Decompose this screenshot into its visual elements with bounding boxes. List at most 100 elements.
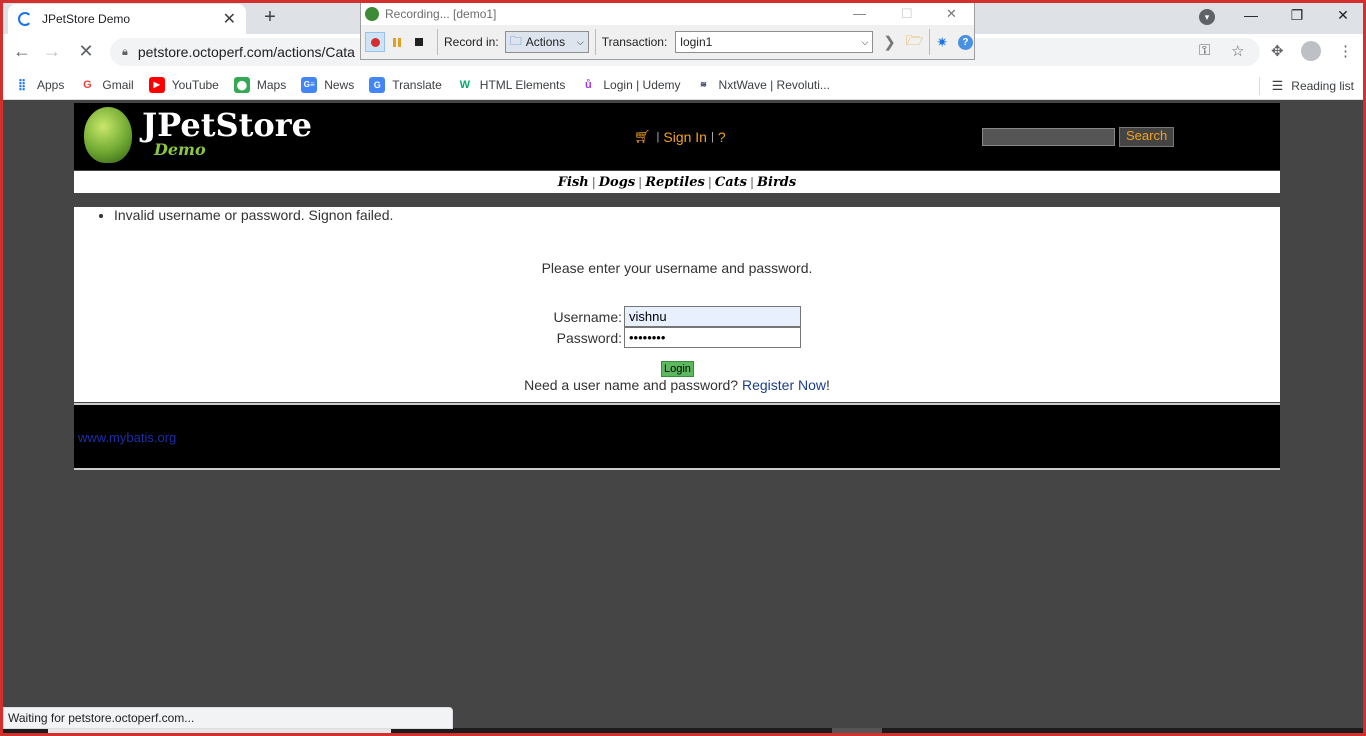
bookmark-star-icon[interactable]: ☆ (1231, 42, 1244, 60)
loading-spinner-icon (18, 12, 32, 26)
transaction-label: Transaction: (601, 35, 668, 49)
bookmark-label: NxtWave | Revoluti... (718, 77, 830, 92)
bookmark-label: Apps (37, 77, 65, 92)
udemy-icon: ů (585, 78, 592, 91)
record-in-select[interactable]: 🗀︎ Actions ⌵ (504, 31, 589, 53)
bookmark-youtube[interactable]: ▶ YouTube (148, 76, 219, 93)
bookmark-apps[interactable]: ⣿ Apps (14, 77, 64, 93)
pause-icon[interactable] (387, 32, 407, 52)
forward-icon[interactable]: → (40, 40, 64, 64)
password-field[interactable] (624, 327, 801, 348)
recorder-maximize-button[interactable]: ☐ (901, 6, 913, 22)
password-label: Password: (556, 329, 622, 346)
category-link-cats[interactable]: Cats (715, 175, 747, 190)
category-link-reptiles[interactable]: Reptiles (645, 175, 705, 190)
maximize-button[interactable]: ❐ (1274, 7, 1320, 24)
profile-avatar-icon[interactable] (1301, 41, 1321, 61)
new-tab-button[interactable]: + (259, 6, 281, 29)
reading-list-icon: ☰ (1271, 78, 1284, 93)
url-text: petstore.octoperf.com/actions/Cata (137, 44, 355, 60)
status-bubble: Waiting for petstore.octoperf.com... (3, 707, 453, 729)
reading-list-label: Reading list (1291, 79, 1354, 93)
bookmark-label: Maps (256, 77, 287, 92)
login-button[interactable]: Login (661, 361, 694, 377)
signon-prompt: Please enter your username and password. (541, 260, 813, 276)
site-logo[interactable]: JPetStore Demo (84, 107, 312, 163)
stop-loading-icon[interactable]: ✕ (74, 40, 98, 64)
transaction-select[interactable]: login1 ⌵ (675, 31, 874, 53)
divider: | (656, 131, 660, 143)
search-button[interactable]: Search (1119, 127, 1175, 147)
logo-title: JPetStore (142, 106, 312, 144)
divider: | (638, 175, 643, 189)
compress-icon[interactable]: ✷ (936, 34, 948, 51)
bookmarks-bar: ⣿ Apps G Gmail ▶ YouTube ⬤ Maps G≡ News … (0, 70, 1366, 100)
recorder-titlebar[interactable]: Recording... [demo1] — ☐ ✕ (361, 3, 974, 25)
recorder-toolbar: Record in: 🗀︎ Actions ⌵ Transaction: log… (361, 25, 974, 59)
chevron-right-icon[interactable]: ❯ (883, 33, 896, 51)
recorder-title: Recording... [demo1] (385, 7, 497, 21)
mybatis-link[interactable]: www.mybatis.org (78, 430, 176, 445)
bookmark-html-elements[interactable]: W HTML Elements (457, 77, 566, 93)
bookmark-udemy[interactable]: ů Login | Udemy (580, 77, 681, 93)
tab-search-icon[interactable]: ▾ (1199, 9, 1215, 25)
divider (1258, 77, 1260, 95)
error-messages: Invalid username or password. Signon fai… (114, 207, 393, 223)
tab-close-icon[interactable]: ✕ (223, 9, 236, 29)
bookmark-maps[interactable]: ⬤ Maps (233, 76, 287, 93)
category-link-fish[interactable]: Fish (558, 175, 589, 190)
cart-icon[interactable]: 🛒︎ (634, 129, 651, 145)
extensions-icon[interactable]: ✥ (1271, 42, 1284, 60)
open-folder-icon[interactable]: 🗁︎ (906, 30, 923, 54)
news-icon: G≡ (301, 76, 318, 93)
folder-icon: 🗀︎ (509, 33, 522, 48)
recorder-minimize-button[interactable]: — (853, 6, 866, 21)
transaction-value: login1 (680, 35, 713, 49)
bookmark-translate[interactable]: G Translate (369, 76, 442, 93)
bookmark-gmail[interactable]: G Gmail (79, 77, 134, 93)
bookmark-nxtwave[interactable]: ≋ NxtWave | Revoluti... (696, 77, 830, 93)
record-in-value: Actions (525, 35, 566, 49)
register-line: Need a user name and password? Register … (74, 377, 1280, 393)
window-close-button[interactable]: ✕ (1320, 7, 1366, 24)
recorder-window: Recording... [demo1] — ☐ ✕ Record in: 🗀︎… (360, 2, 975, 60)
taskbar (0, 728, 1366, 736)
username-label: Username: (553, 308, 622, 325)
menu-kebab-icon[interactable]: ⋮ (1338, 42, 1353, 60)
register-now-link[interactable]: Register Now (742, 377, 826, 393)
record-in-label: Record in: (444, 35, 499, 49)
taskbar-item[interactable] (832, 728, 882, 736)
bookmark-label: Gmail (102, 77, 134, 92)
taskbar-active-item[interactable] (48, 728, 391, 736)
logo-subtitle: Demo (154, 140, 206, 159)
help-link[interactable]: ? (718, 129, 726, 145)
record-icon[interactable] (365, 32, 385, 52)
divider (929, 29, 931, 55)
gmail-icon: G (83, 78, 92, 91)
category-link-birds[interactable]: Birds (757, 175, 796, 190)
minimize-button[interactable]: — (1228, 7, 1274, 23)
category-link-dogs[interactable]: Dogs (599, 175, 635, 190)
logo-text: JPetStore Demo (142, 106, 312, 159)
browser-tab[interactable]: JPetStore Demo ✕ (8, 4, 246, 34)
maps-icon: ⬤ (233, 76, 250, 93)
signon-content: Invalid username or password. Signon fai… (74, 207, 1280, 402)
username-row: Username: (552, 306, 801, 327)
recorder-close-button[interactable]: ✕ (946, 6, 957, 22)
category-quicklinks: Fish | Dogs | Reptiles | Cats | Birds (74, 171, 1280, 193)
stop-icon[interactable] (409, 32, 429, 52)
sign-in-link[interactable]: Sign In (663, 129, 707, 145)
bookmark-label: Login | Udemy (603, 77, 681, 92)
back-icon[interactable]: ← (10, 40, 34, 64)
youtube-icon: ▶ (148, 76, 165, 93)
bookmark-label: HTML Elements (479, 77, 566, 92)
bookmark-news[interactable]: G≡ News (301, 76, 355, 93)
bookmark-label: News (324, 77, 355, 92)
key-icon[interactable]: ⚿ (1199, 42, 1210, 59)
username-field[interactable] (624, 306, 801, 327)
translate-icon: G (369, 76, 386, 93)
page-viewport: JPetStore Demo 🛒︎ | Sign In | ? Search F… (3, 101, 1363, 728)
reading-list-button[interactable]: ☰ Reading list (1258, 77, 1354, 95)
search-input[interactable] (982, 128, 1115, 146)
help-icon[interactable]: ? (957, 34, 973, 50)
